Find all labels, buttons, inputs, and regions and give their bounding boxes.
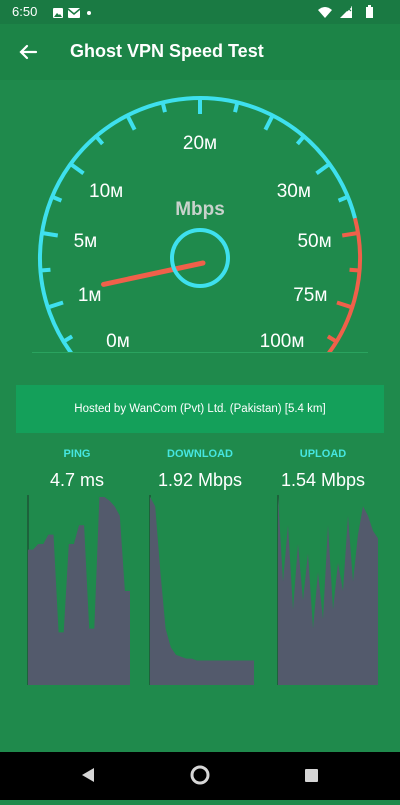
gauge-tick — [349, 267, 360, 273]
gauge-unit-label: Mbps — [175, 199, 225, 220]
gauge-tick-label: 100м — [260, 331, 305, 352]
gauge-tick — [263, 114, 275, 131]
speed-gauge: 0м 1м 5м 10м 20м 30м 50м 75м 100м Mbps — [38, 96, 362, 352]
wifi-icon — [318, 7, 332, 18]
gauge-tick — [62, 334, 74, 344]
app-title: Ghost VPN Speed Test — [70, 41, 264, 61]
download-graph — [150, 497, 254, 685]
home-nav-icon[interactable] — [190, 765, 210, 785]
upload-label: UPLOAD — [299, 448, 347, 460]
gauge-tick — [326, 334, 338, 344]
back-nav-icon[interactable] — [82, 768, 94, 782]
status-bar: 6:50 — [0, 0, 400, 24]
gauge-tick — [341, 230, 359, 238]
gauge-tick — [41, 230, 59, 238]
gauge-tick — [125, 114, 137, 131]
gauge-tick — [233, 101, 240, 113]
upload-value: 1.54 Mbps — [280, 470, 366, 490]
gauge-tick-label: 5м — [74, 231, 98, 252]
download-metric: DOWNLOAD 1.92 Mbps — [140, 448, 260, 491]
recents-nav-icon[interactable] — [305, 769, 318, 782]
gmail-icon — [68, 8, 80, 18]
gauge-tick-label: 30м — [277, 181, 311, 202]
ping-value: 4.7 ms — [49, 470, 105, 490]
status-time: 6:50 — [12, 4, 38, 19]
image-icon — [53, 8, 91, 18]
gauge-tick — [295, 135, 306, 146]
navigation-bar — [0, 752, 400, 800]
gauge-tick-label: 50м — [297, 231, 331, 252]
gauge-tick — [336, 300, 353, 310]
ping-metric: PING 4.7 ms — [17, 448, 137, 491]
gauge-tick — [47, 300, 64, 310]
gauge-tick — [337, 194, 349, 203]
gauge-tick — [160, 101, 167, 113]
gauge-tick-label: 20м — [183, 133, 217, 154]
upload-graph — [278, 497, 378, 685]
gauge-tick — [315, 162, 331, 175]
gauge-tick-label: 75м — [293, 285, 327, 306]
system-icons — [316, 5, 388, 24]
notification-icons — [52, 6, 96, 24]
battery-icon — [366, 7, 373, 18]
download-value: 1.92 Mbps — [157, 470, 243, 490]
back-arrow-icon[interactable] — [16, 40, 40, 64]
ping-graph — [28, 497, 130, 685]
gauge-tick — [69, 162, 85, 175]
gauge-tick — [51, 194, 63, 203]
gauge-tick-label: 1м — [78, 285, 102, 306]
divider — [32, 352, 368, 353]
gauge-tick-label: 10м — [89, 181, 123, 202]
upload-metric: UPLOAD 1.54 Mbps — [263, 448, 383, 491]
speed-history-graphs — [27, 495, 378, 685]
ping-label: PING — [63, 448, 91, 460]
app-bar: Ghost VPN Speed Test — [0, 24, 400, 80]
dot-icon — [87, 11, 91, 15]
gauge-tick-label: 0м — [106, 331, 130, 352]
download-label: DOWNLOAD — [167, 448, 233, 460]
gauge-tick — [94, 135, 105, 146]
server-info-banner: Hosted by WanCom (Pvt) Ltd. (Pakistan) [… — [16, 385, 384, 433]
gauge-tick — [40, 267, 51, 273]
gauge-hub — [170, 228, 230, 288]
